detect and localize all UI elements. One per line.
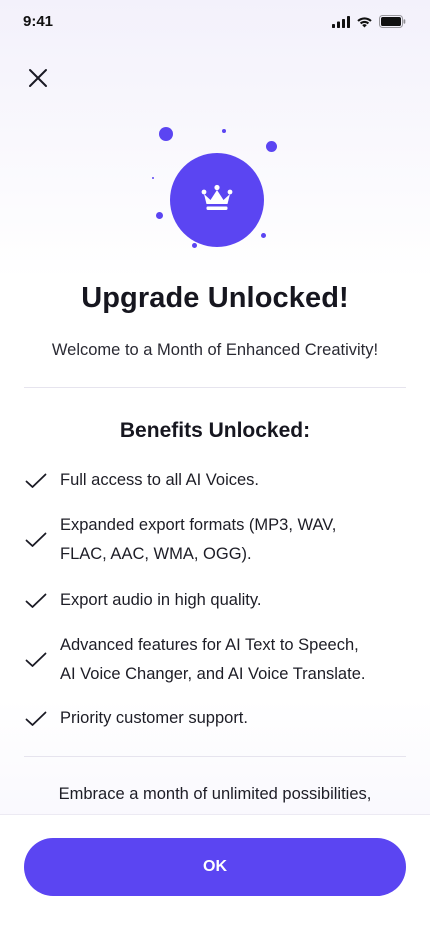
divider (24, 756, 406, 757)
benefit-line: FLAC, AAC, WMA, OGG). (60, 545, 252, 563)
decor-dot (159, 127, 173, 141)
benefit-text: Expanded export formats (MP3, WAV, FLAC,… (60, 511, 336, 569)
decor-dot (156, 212, 163, 219)
close-button[interactable] (22, 64, 54, 96)
signal-icon (332, 15, 350, 33)
check-icon (24, 528, 48, 552)
benefit-item: Priority customer support. (24, 704, 406, 733)
crown-icon (201, 184, 233, 217)
decor-dot (152, 177, 154, 179)
benefit-line: Full access to all AI Voices. (60, 471, 260, 489)
benefit-item: Export audio in high quality. (24, 586, 406, 615)
wifi-icon (356, 15, 373, 33)
benefit-item: Expanded export formats (MP3, WAV, FLAC,… (24, 511, 406, 569)
benefit-item: Full access to all AI Voices. (24, 466, 406, 495)
benefit-item: Advanced features for AI Text to Speech,… (24, 631, 406, 689)
hero-illustration (0, 110, 430, 260)
benefit-line: Export audio in high quality. (60, 591, 262, 609)
benefit-line: AI Voice Changer, and AI Voice Translate… (60, 665, 366, 683)
benefit-line: Advanced features for AI Text to Speech, (60, 636, 359, 654)
benefit-text: Priority customer support. (60, 704, 248, 733)
benefit-text: Full access to all AI Voices. (60, 466, 259, 495)
battery-icon (379, 15, 406, 33)
status-time: 9:41 (23, 13, 54, 30)
decor-dot (222, 129, 226, 133)
check-icon (24, 648, 48, 672)
crown-badge (170, 153, 264, 247)
decor-dot (192, 243, 197, 248)
check-icon (24, 469, 48, 493)
close-icon (28, 68, 48, 93)
footer-text: Embrace a month of unlimited possibiliti… (58, 785, 372, 803)
decor-dot (261, 233, 266, 238)
page-subtitle: Welcome to a Month of Enhanced Creativit… (51, 341, 379, 359)
ok-button[interactable]: OK (24, 838, 406, 896)
benefits-heading: Benefits Unlocked: (119, 419, 311, 442)
check-icon (24, 589, 48, 613)
check-icon (24, 707, 48, 731)
benefit-text: Advanced features for AI Text to Speech,… (60, 631, 365, 689)
decor-dot (266, 141, 277, 152)
benefit-line: Expanded export formats (MP3, WAV, (60, 516, 337, 534)
status-icons (332, 15, 406, 33)
benefit-text: Export audio in high quality. (60, 586, 262, 615)
page-title: Upgrade Unlocked! (81, 282, 349, 314)
divider (24, 387, 406, 388)
benefit-line: Priority customer support. (60, 709, 248, 727)
status-bar: 9:41 (0, 0, 430, 44)
